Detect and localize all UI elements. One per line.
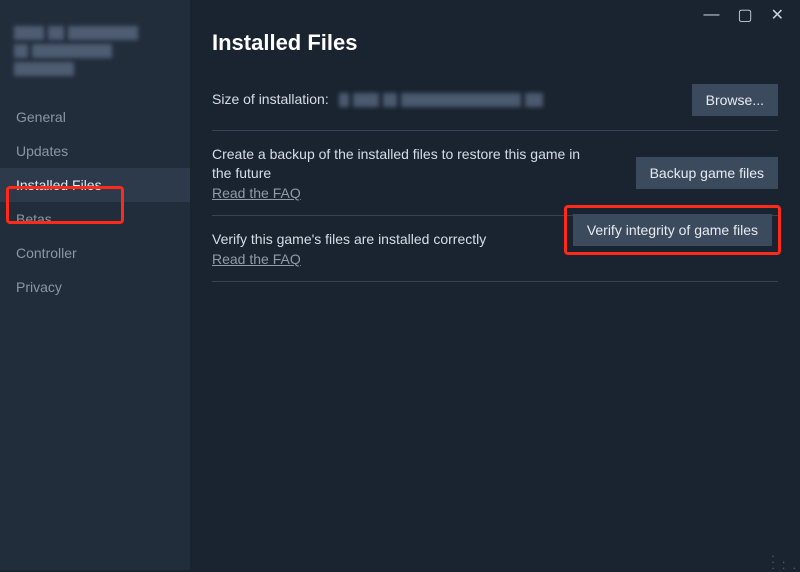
faq-link-1[interactable]: Read the FAQ: [212, 185, 636, 201]
backup-description: Create a backup of the installed files t…: [212, 145, 602, 183]
maximize-button[interactable]: ▢: [737, 5, 752, 25]
backup-button[interactable]: Backup game files: [636, 157, 778, 189]
resize-grip-icon[interactable]: .. .. . .: [771, 550, 798, 568]
sidebar-item-controller[interactable]: Controller: [0, 236, 190, 270]
page-title: Installed Files: [212, 30, 778, 56]
minimize-button[interactable]: —: [703, 6, 719, 24]
sidebar: General Updates Installed Files Betas Co…: [0, 0, 190, 570]
size-value-redacted: [339, 93, 543, 107]
highlight-sidebar-item: [6, 186, 124, 224]
browse-button[interactable]: Browse...: [692, 84, 778, 116]
faq-link-2[interactable]: Read the FAQ: [212, 251, 578, 267]
close-button[interactable]: ✕: [771, 5, 784, 25]
backup-row: Create a backup of the installed files t…: [212, 131, 778, 216]
window-controls: — ▢ ✕: [703, 0, 800, 30]
sidebar-item-updates[interactable]: Updates: [0, 134, 190, 168]
main-panel: Installed Files Size of installation: Br…: [190, 0, 800, 570]
game-title-redacted: [14, 26, 176, 76]
highlight-verify-button: Verify integrity of game files: [564, 205, 781, 255]
verify-description: Verify this game's files are installed c…: [212, 230, 578, 249]
sidebar-item-privacy[interactable]: Privacy: [0, 270, 190, 304]
size-label: Size of installation:: [212, 91, 329, 107]
verify-button[interactable]: Verify integrity of game files: [573, 214, 772, 246]
size-row: Size of installation: Browse...: [212, 84, 778, 131]
sidebar-item-general[interactable]: General: [0, 100, 190, 134]
